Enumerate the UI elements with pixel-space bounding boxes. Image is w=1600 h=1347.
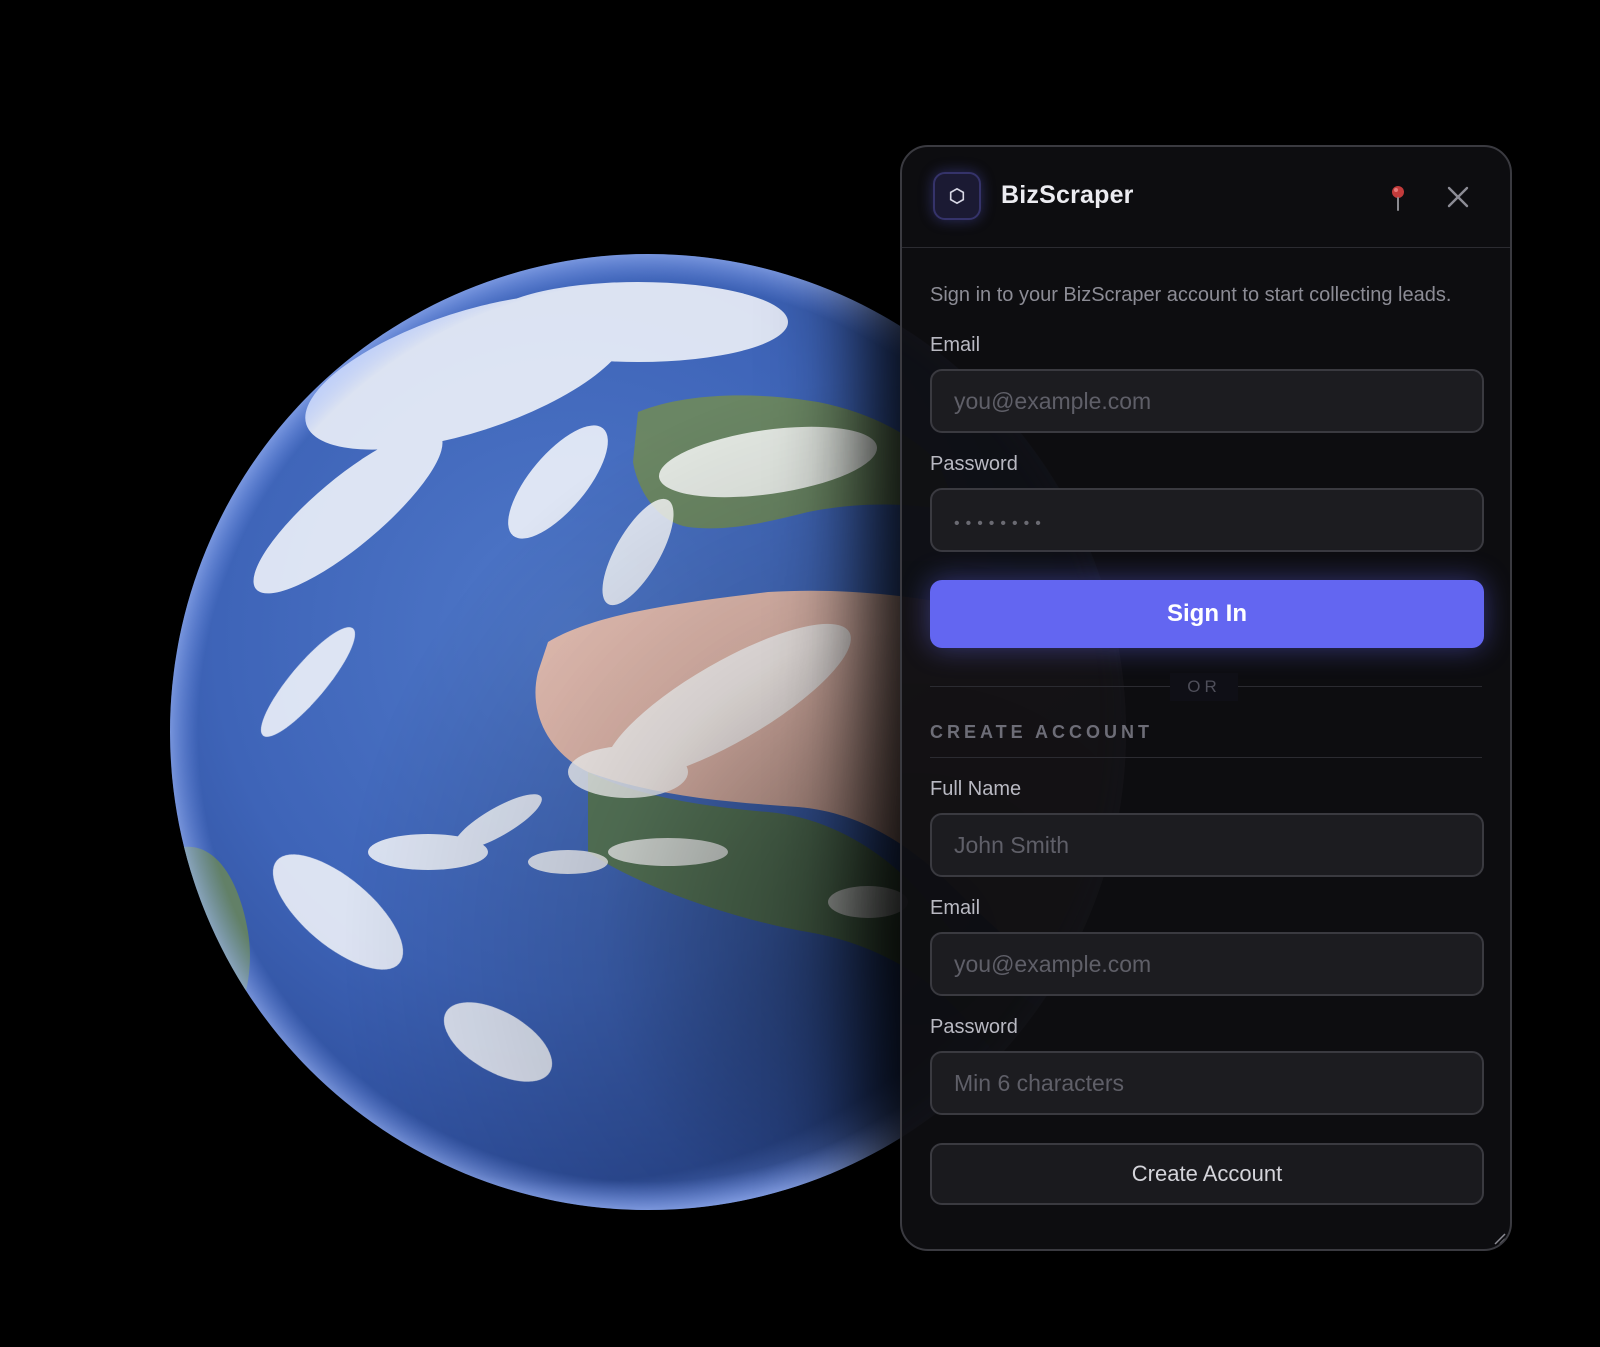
- create-email-group: Email: [930, 897, 1484, 996]
- full-name-input[interactable]: [930, 813, 1484, 877]
- full-name-group: Full Name: [930, 778, 1484, 877]
- create-account-heading: CREATE ACCOUNT: [930, 722, 1482, 758]
- sign-in-button[interactable]: Sign In: [930, 580, 1484, 648]
- create-password-input[interactable]: [930, 1051, 1484, 1115]
- panel-body: Sign in to your BizScraper account to st…: [902, 278, 1510, 1205]
- full-name-label: Full Name: [930, 778, 1022, 800]
- create-email-input[interactable]: [930, 932, 1484, 996]
- panel-header: BizScraper: [902, 147, 1510, 248]
- create-password-label: Password: [930, 1016, 1018, 1038]
- create-account-button[interactable]: Create Account: [930, 1143, 1484, 1205]
- bizscraper-panel: BizScraper Sign in to your BizScraper ac…: [900, 145, 1512, 1251]
- or-divider: OR: [930, 672, 1482, 702]
- sign-in-email-group: Email: [930, 334, 1484, 433]
- create-email-label: Email: [930, 897, 981, 919]
- sign-in-email-input[interactable]: [930, 369, 1484, 433]
- resize-handle-icon[interactable]: [1492, 1231, 1506, 1245]
- pin-icon[interactable]: [1385, 183, 1411, 213]
- sign-in-password-group: Password: [930, 453, 1484, 552]
- app-title: BizScraper: [1001, 181, 1134, 209]
- sign-in-password-input[interactable]: [930, 488, 1484, 552]
- sign-in-email-label: Email: [930, 334, 981, 356]
- sign-in-password-label: Password: [930, 453, 1018, 475]
- sign-in-intro: Sign in to your BizScraper account to st…: [930, 284, 1452, 306]
- hexagon-icon: [933, 172, 981, 220]
- create-password-group: Password: [930, 1016, 1484, 1115]
- or-label: OR: [1170, 673, 1238, 701]
- close-icon[interactable]: [1442, 181, 1474, 213]
